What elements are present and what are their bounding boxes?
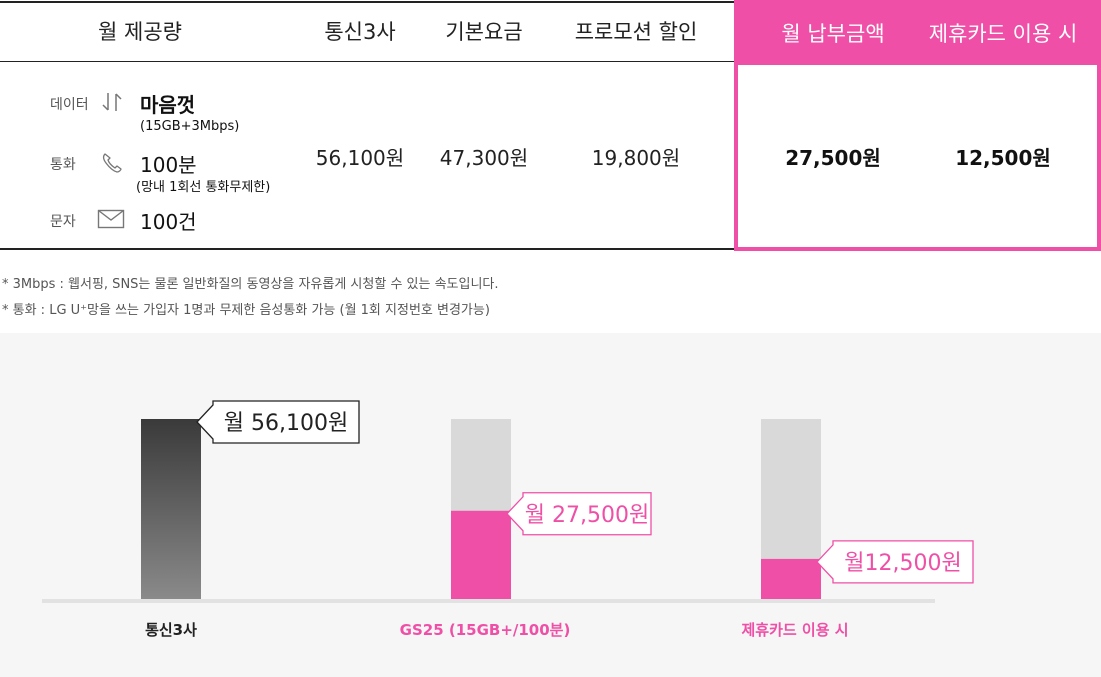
- highlight-box: 월 납부금액 제휴카드 이용 시 27,500원 12,500원: [734, 0, 1101, 251]
- data-arrows-icon: [102, 93, 122, 111]
- data-label-1: 월 27,500원: [525, 503, 649, 528]
- value-with-card: 12,500원: [955, 146, 1051, 170]
- table-header-divider: [0, 61, 734, 62]
- value-monthly-payment: 27,500원: [785, 146, 881, 170]
- spec-main-data: 마음껏: [140, 93, 196, 117]
- spec-main-sms: 100건: [140, 210, 197, 234]
- category-label-0: 통신3사: [145, 621, 197, 639]
- category-label-2: 제휴카드 이용 시: [741, 621, 848, 639]
- table-bottom-border: [0, 248, 734, 250]
- category-label-1: GS25 (15GB+/100분): [400, 621, 571, 639]
- header-promo-discount: 프로모션 할인: [574, 20, 698, 44]
- spec-label-sms: 문자: [50, 214, 76, 230]
- price-bar-chart: 월 56,100원통신3사 월 27,500원 GS25 (15GB+/100분) 월…: [42, 400, 974, 639]
- spec-label-data: 데이터: [50, 97, 89, 113]
- bar-value-1: [451, 510, 511, 599]
- value-carriers: 56,100원: [315, 146, 405, 170]
- phone-icon: [102, 153, 122, 173]
- spec-sub-call: (망내 1회선 통화무제한): [136, 180, 271, 195]
- value-base-fee: 47,300원: [439, 146, 529, 170]
- chart-baseline: [42, 599, 935, 603]
- data-label-2: 월12,500원: [844, 551, 961, 576]
- value-promo-discount: 19,800원: [591, 146, 681, 170]
- header-base-fee: 기본요금: [445, 20, 523, 44]
- spec-sub-data: (15GB+3Mbps): [140, 119, 240, 134]
- header-monthly-payment: 월 납부금액: [781, 22, 885, 46]
- bar-carriers: [141, 419, 201, 599]
- header-with-card: 제휴카드 이용 시: [928, 22, 1078, 46]
- bar-value-2: [761, 558, 821, 599]
- envelope-icon: [97, 209, 125, 229]
- spec-label-call: 통화: [50, 157, 76, 173]
- table-top-border: [0, 1, 734, 3]
- note-speed: * 3Mbps : 웹서핑, SNS는 물론 일반화질의 동영상을 자유롭게 시…: [2, 277, 499, 292]
- note-call: * 통화 : LG U⁺망을 쓰는 가입자 1명과 무제한 음성통화 가능 (월…: [2, 303, 490, 318]
- plan-comparison-table: 월 제공량 통신3사 기본요금 프로모션 할인 데이터 마음껏 (15GB+3M…: [0, 0, 1101, 252]
- header-monthly-allowance: 월 제공량: [98, 20, 182, 44]
- spec-main-call: 100분: [140, 153, 197, 177]
- data-label-0: 월 56,100원: [224, 411, 348, 436]
- header-carriers: 통신3사: [324, 20, 396, 44]
- highlight-header: 월 납부금액 제휴카드 이용 시: [738, 4, 1097, 65]
